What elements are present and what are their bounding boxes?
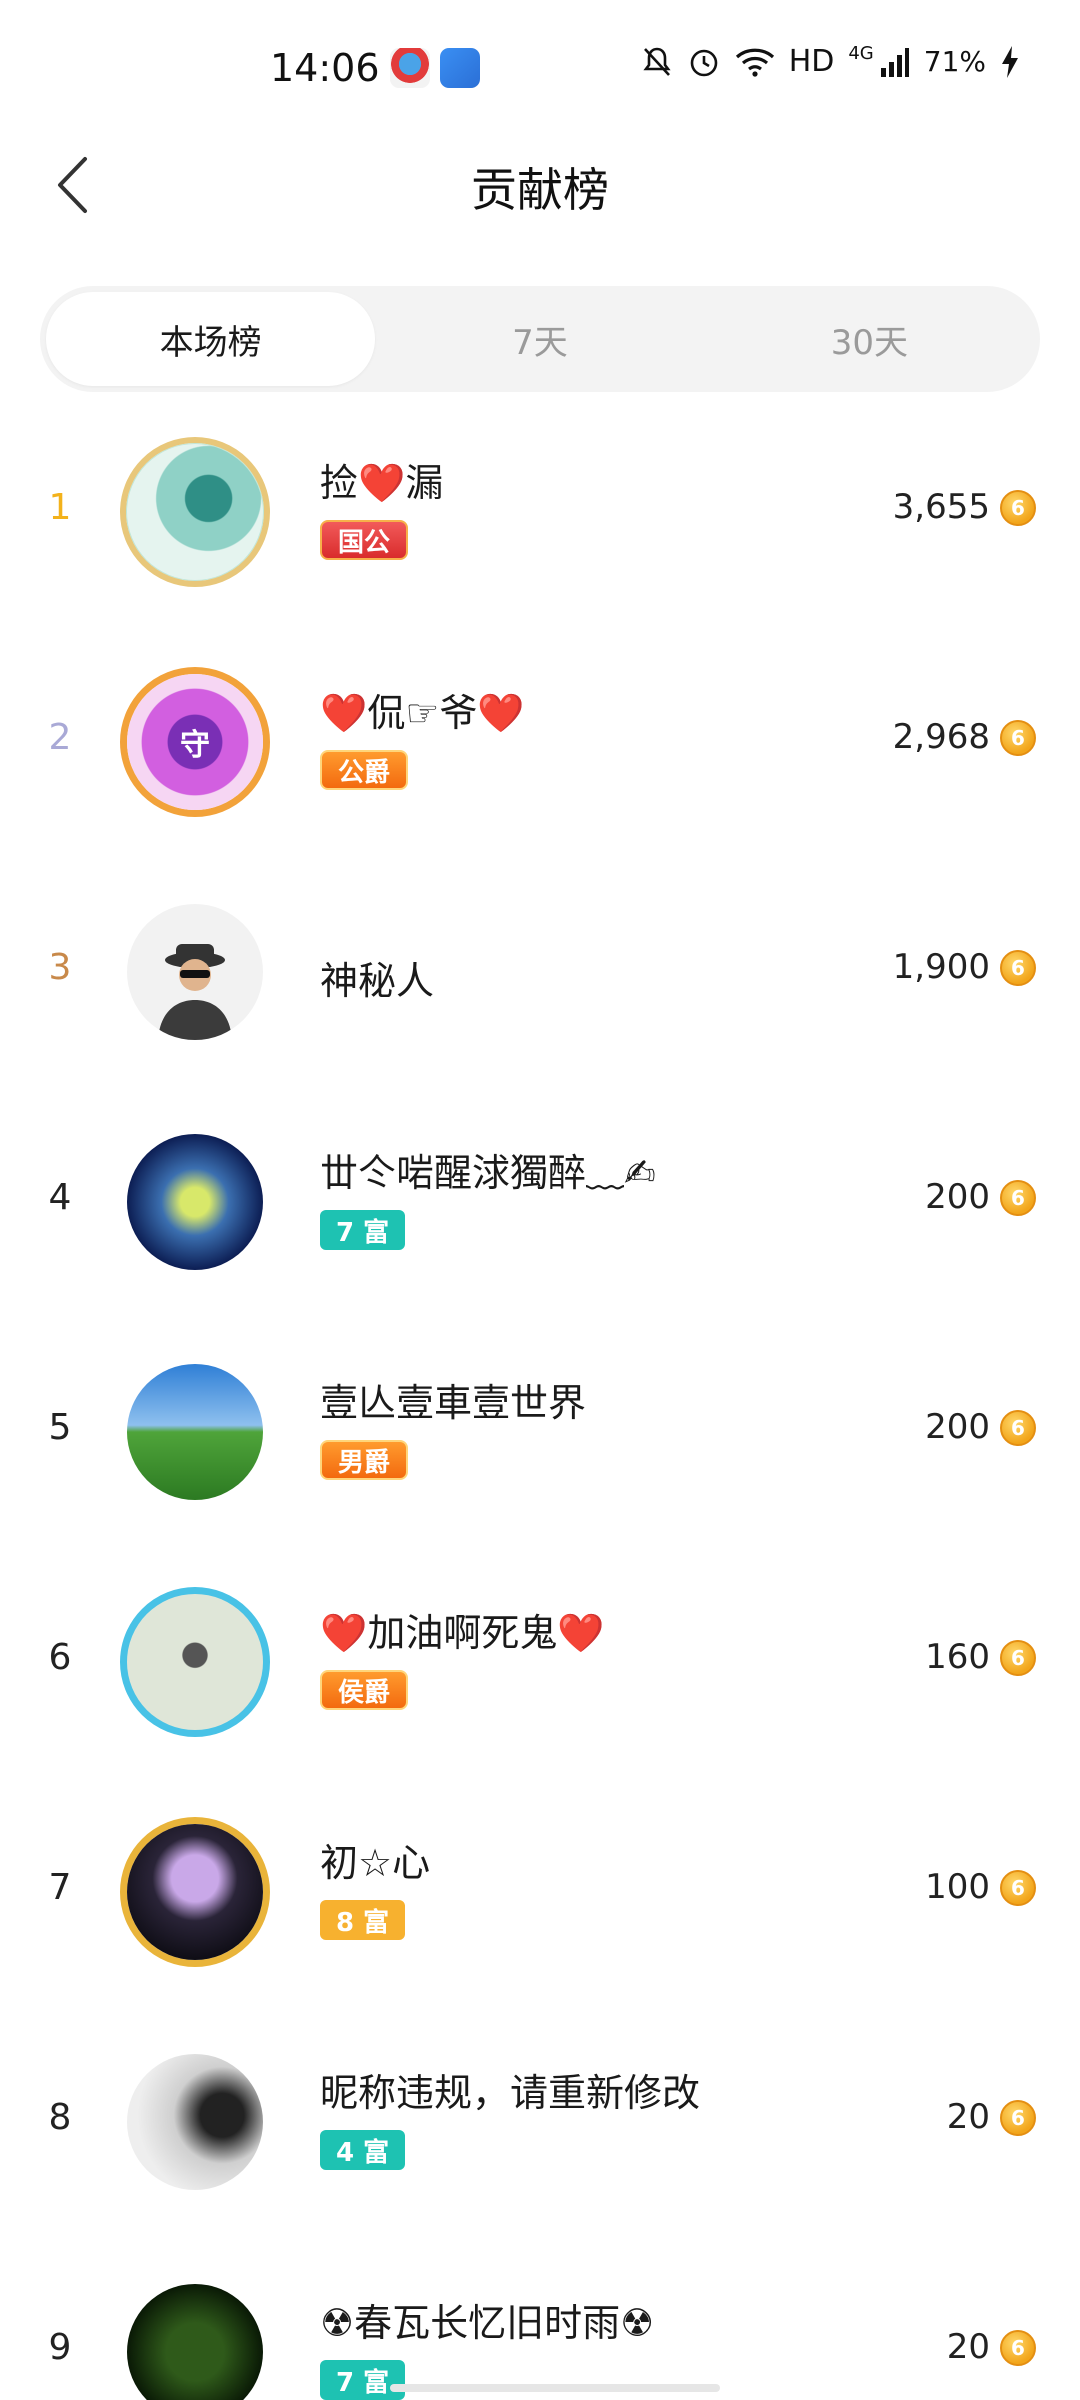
tab-30-days[interactable]: 30天 xyxy=(705,292,1034,386)
rank-number: 1 xyxy=(48,486,72,528)
tab-this-session[interactable]: 本场榜 xyxy=(46,292,376,386)
network-label: HD xyxy=(788,44,835,79)
alarm-icon xyxy=(690,49,717,76)
signal-icon xyxy=(880,47,909,77)
noble-badge: 男爵 xyxy=(320,1440,409,1480)
ranking-row[interactable]: 3 神秘人 1,900 6 xyxy=(0,872,1080,1102)
noble-badge: 侯爵 xyxy=(320,1670,409,1710)
coin-icon: 6 xyxy=(1000,1410,1036,1446)
avatar[interactable] xyxy=(120,1357,270,1507)
ranking-list: 1 捡❤️漏 国公 3,655 6 2 守 ❤️侃☞爷❤️ 公爵 2,968 6… xyxy=(0,412,1080,2400)
user-nickname: 昵称违规，请重新修改 xyxy=(320,2071,701,2115)
coin-icon: 6 xyxy=(1000,2100,1036,2136)
wealth-badge: 4 富 xyxy=(320,2130,406,2170)
contribution-score: 2,968 xyxy=(892,717,990,757)
scroll-indicator xyxy=(390,2384,720,2392)
contribution-score: 200 xyxy=(925,1177,990,1217)
contribution-score: 160 xyxy=(925,1637,990,1677)
ranking-row[interactable]: 4 丗仒啱醒浗獨醉﹏✍ 7 富 200 6 xyxy=(0,1102,1080,1332)
status-bar: 14:06 HD 4G 71% xyxy=(0,0,1080,120)
ranking-row[interactable]: 7 初☆心 8 富 100 6 xyxy=(0,1792,1080,2022)
user-nickname: ❤️侃☞爷❤️ xyxy=(320,691,525,735)
rank-number: 3 xyxy=(48,946,72,988)
coin-icon: 6 xyxy=(1000,1640,1036,1676)
coin-icon: 6 xyxy=(1000,490,1036,526)
tab-7-days[interactable]: 7天 xyxy=(375,292,704,386)
noble-badge: 国公 xyxy=(320,520,409,560)
wealth-badge: 8 富 xyxy=(320,1900,406,1940)
ranking-row[interactable]: 9 ☢春瓦长忆旧时雨☢ 7 富 20 6 xyxy=(0,2252,1080,2400)
rank-number: 7 xyxy=(48,1866,72,1908)
mute-bell-icon xyxy=(643,47,671,76)
user-nickname: 神秘人 xyxy=(320,959,435,1003)
rank-number: 8 xyxy=(48,2096,72,2138)
header: 贡献榜 xyxy=(0,130,1080,240)
wealth-badge: 7 富 xyxy=(320,1210,406,1250)
avatar[interactable] xyxy=(120,1817,270,1967)
coin-icon: 6 xyxy=(1000,1870,1036,1906)
page-title: 贡献榜 xyxy=(471,163,609,217)
user-nickname: ☢春瓦长忆旧时雨☢ xyxy=(320,2301,655,2345)
coin-icon: 6 xyxy=(1000,1180,1036,1216)
ranking-row[interactable]: 6 ❤️加油啊死鬼❤️ 侯爵 160 6 xyxy=(0,1562,1080,1792)
signal-gen-label: 4G xyxy=(848,43,874,64)
contribution-score: 100 xyxy=(925,1867,990,1907)
avatar[interactable] xyxy=(120,2277,270,2400)
wealth-badge: 7 富 xyxy=(320,2360,406,2400)
avatar[interactable]: 守 xyxy=(120,667,270,817)
ranking-tabs: 本场榜 7天 30天 xyxy=(40,286,1040,392)
mystery-person-icon xyxy=(158,944,232,1040)
ranking-row[interactable]: 1 捡❤️漏 国公 3,655 6 xyxy=(0,412,1080,642)
app-notification-icon xyxy=(440,48,480,88)
app-notification-icon xyxy=(390,48,430,88)
user-nickname: 壹亾壹車壹世界 xyxy=(320,1381,587,1425)
user-nickname: 捡❤️漏 xyxy=(320,461,444,505)
rank-number: 9 xyxy=(48,2326,72,2368)
user-nickname: 丗仒啱醒浗獨醉﹏✍ xyxy=(320,1151,656,1195)
rank-number: 6 xyxy=(48,1636,72,1678)
guard-shield-icon: 守 xyxy=(180,728,210,763)
contribution-score: 20 xyxy=(946,2097,990,2137)
rank-number: 2 xyxy=(48,716,72,758)
rank-number: 5 xyxy=(48,1406,72,1448)
coin-icon: 6 xyxy=(1000,950,1036,986)
charging-icon xyxy=(1002,45,1018,78)
ranking-row[interactable]: 5 壹亾壹車壹世界 男爵 200 6 xyxy=(0,1332,1080,1562)
wifi-icon xyxy=(735,48,774,77)
contribution-score: 1,900 xyxy=(892,947,990,987)
status-time: 14:06 xyxy=(270,46,380,90)
status-icons: HD 4G 71% xyxy=(641,43,1020,79)
user-nickname: 初☆心 xyxy=(320,1841,431,1885)
coin-icon: 6 xyxy=(1000,2330,1036,2366)
coin-icon: 6 xyxy=(1000,720,1036,756)
rank-number: 4 xyxy=(48,1176,72,1218)
contribution-score: 20 xyxy=(946,2327,990,2367)
avatar[interactable] xyxy=(120,2047,270,2197)
avatar[interactable] xyxy=(120,437,270,587)
avatar[interactable] xyxy=(120,1127,270,1277)
ranking-row[interactable]: 2 守 ❤️侃☞爷❤️ 公爵 2,968 6 xyxy=(0,642,1080,872)
avatar[interactable] xyxy=(120,897,270,1047)
noble-badge: 公爵 xyxy=(320,750,409,790)
contribution-score: 200 xyxy=(925,1407,990,1447)
battery-level: 71% xyxy=(923,45,986,78)
ranking-row[interactable]: 8 昵称违规，请重新修改 4 富 20 6 xyxy=(0,2022,1080,2252)
avatar[interactable] xyxy=(120,1587,270,1737)
contribution-score: 3,655 xyxy=(892,487,990,527)
user-nickname: ❤️加油啊死鬼❤️ xyxy=(320,1611,605,1655)
